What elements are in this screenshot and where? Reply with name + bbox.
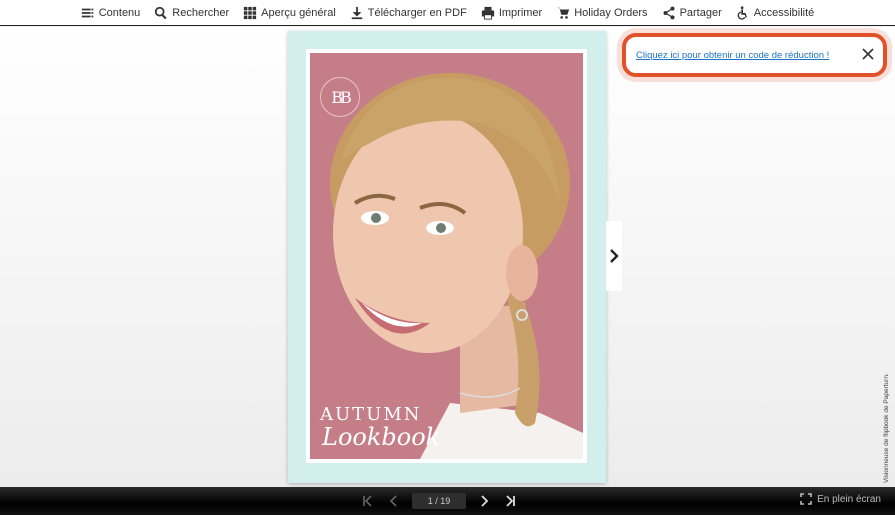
last-page-icon xyxy=(506,495,515,507)
toolbar-print-button[interactable]: Imprimer xyxy=(474,0,549,26)
next-page-button[interactable] xyxy=(476,493,492,509)
first-page-button[interactable] xyxy=(360,493,376,509)
toolbar-holiday-orders-button[interactable]: Holiday Orders xyxy=(549,0,654,26)
cart-icon xyxy=(557,7,570,19)
toolbar-overview-button[interactable]: Aperçu général xyxy=(236,0,343,26)
bottom-navigation-bar: 1 / 19 En plein écran xyxy=(0,487,895,515)
pager: 1 / 19 xyxy=(360,490,518,512)
cover-subtitle: Lookbook xyxy=(322,423,441,451)
download-icon xyxy=(351,6,363,19)
toolbar-accessibility-label: Accessibilité xyxy=(753,6,815,19)
accessibility-icon xyxy=(737,5,747,20)
grid-icon xyxy=(244,6,257,19)
page-number-field[interactable]: 1 / 19 xyxy=(412,493,466,509)
toolbar-overview-label: Aperçu général xyxy=(261,6,336,19)
discount-promo-banner: Cliquez ici pour obtenir un code de rédu… xyxy=(622,33,887,77)
chevron-left-icon xyxy=(389,495,397,507)
last-page-button[interactable] xyxy=(502,493,518,509)
toolbar-download-pdf-label: Télécharger en PDF xyxy=(367,6,467,19)
toolbar-holiday-orders-label: Holiday Orders xyxy=(574,6,648,19)
previous-page-button[interactable] xyxy=(386,493,402,509)
search-icon xyxy=(155,6,167,19)
toolbar-print-label: Imprimer xyxy=(498,6,543,19)
toolbar-search-label: Rechercher xyxy=(172,6,230,19)
chevron-right-icon xyxy=(610,249,619,263)
toolbar-contents-button[interactable]: Contenu xyxy=(74,0,148,26)
toolbar-download-pdf-button[interactable]: Télécharger en PDF xyxy=(343,0,474,26)
share-icon xyxy=(663,6,675,19)
toolbar-contents-label: Contenu xyxy=(98,6,141,19)
next-page-arrow[interactable] xyxy=(606,221,622,291)
top-toolbar: Contenu Rechercher Aperçu général Téléch… xyxy=(0,0,895,26)
cover-photo: BB AUTUMN Lookbook xyxy=(306,49,587,463)
cover-title: AUTUMN xyxy=(320,404,422,425)
toolbar-accessibility-button[interactable]: Accessibilité xyxy=(729,0,822,26)
fullscreen-label: En plein écran xyxy=(817,493,881,505)
viewer-credit[interactable]: Visionneuse de flipbook de Paperturn. xyxy=(883,373,890,483)
toolbar-search-button[interactable]: Rechercher xyxy=(147,0,236,26)
fullscreen-icon xyxy=(800,493,812,505)
print-icon xyxy=(481,6,494,20)
discount-code-link[interactable]: Cliquez ici pour obtenir un code de rédu… xyxy=(636,50,829,61)
toolbar-share-button[interactable]: Partager xyxy=(655,0,729,26)
toolbar-share-label: Partager xyxy=(679,6,722,19)
menu-icon xyxy=(81,8,93,17)
cover-page[interactable]: BB AUTUMN Lookbook xyxy=(288,31,606,483)
brand-logo: BB xyxy=(320,77,360,117)
fullscreen-button[interactable]: En plein écran xyxy=(800,493,881,505)
first-page-icon xyxy=(363,495,372,507)
close-icon[interactable] xyxy=(861,47,875,61)
portrait-image xyxy=(310,53,583,459)
chevron-right-icon xyxy=(481,495,489,507)
